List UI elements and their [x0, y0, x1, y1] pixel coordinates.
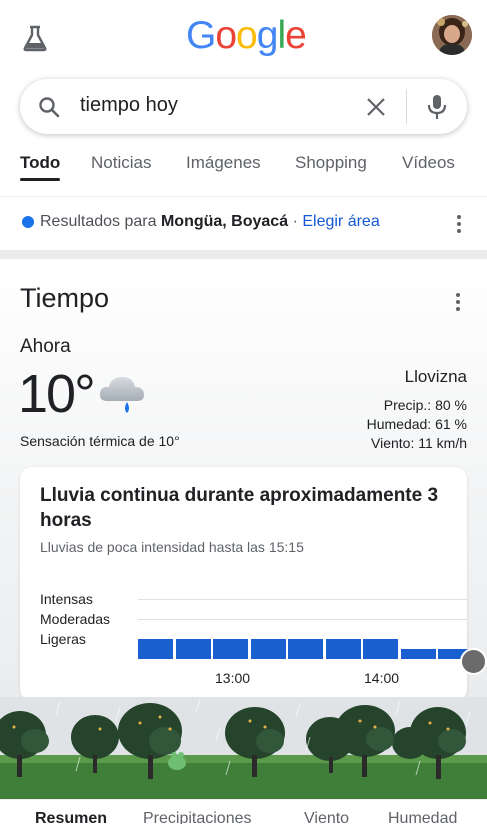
account-avatar[interactable]: [432, 15, 472, 55]
location-prefix: Resultados para: [40, 213, 157, 230]
weather-tabs: Resumen Precipitaciones Viento Humedad: [0, 799, 487, 824]
rain-forecast-card: Lluvia continua durante aproximadamente …: [20, 467, 487, 701]
now-label: Ahora: [20, 336, 71, 357]
search-box[interactable]: tiempo hoy: [20, 79, 467, 134]
weather-stats: Precip.: 80 % Humedad: 61 % Viento: 11 k…: [367, 396, 467, 453]
location-bar: Resultados para Mongüa, Boyacá · Elegir …: [0, 198, 487, 250]
choose-area-link[interactable]: Elegir área: [302, 213, 379, 230]
feels-like: Sensación térmica de 10°: [20, 433, 180, 449]
timeline-scroll-handle[interactable]: [460, 648, 487, 675]
search-icon[interactable]: [37, 95, 61, 119]
tab-shopping[interactable]: Shopping: [295, 153, 367, 173]
logo-letter: G: [186, 14, 216, 57]
search-divider: [406, 89, 407, 124]
weather-panel: Tiempo Ahora 10° Sensación térmica de 10…: [0, 259, 487, 799]
weather-illustration: [0, 697, 487, 799]
search-tabs: Todo Noticias Imágenes Shopping Vídeos: [0, 140, 487, 197]
time-label: 13:00: [215, 670, 251, 686]
tab-viento[interactable]: Viento: [304, 810, 349, 824]
avatar-image: [432, 15, 472, 55]
rain-bar: [175, 639, 211, 659]
gridline-moderadas: [138, 619, 467, 620]
weather-more-icon[interactable]: [455, 293, 461, 313]
gridline-intensas: [138, 599, 467, 600]
tab-imagenes[interactable]: Imágenes: [186, 153, 261, 173]
logo-letter: g: [256, 14, 279, 57]
tab-precipitaciones[interactable]: Precipitaciones: [143, 810, 252, 824]
labs-flask-icon[interactable]: [22, 24, 48, 52]
tab-noticias[interactable]: Noticias: [91, 153, 151, 173]
logo-letter: o: [236, 14, 258, 57]
rain-bar: [213, 639, 248, 659]
search-input[interactable]: tiempo hoy: [80, 94, 178, 117]
rain-bar: [400, 649, 436, 659]
weather-title: Tiempo: [20, 283, 110, 313]
rain-card-subtitle: Lluvias de poca intensidad hasta las 15:…: [40, 539, 304, 555]
rain-bar: [138, 639, 173, 659]
tab-videos[interactable]: Vídeos: [402, 153, 455, 173]
top-bar: Google: [0, 0, 487, 72]
condition-text: Llovizna: [404, 367, 467, 386]
rain-card-title: Lluvia continua durante aproximadamente …: [40, 485, 439, 531]
google-logo[interactable]: Google: [186, 14, 307, 58]
rain-bar: [363, 639, 398, 659]
location-more-icon[interactable]: [456, 215, 462, 235]
humidity-stat: Humedad: 61 %: [366, 416, 467, 432]
microphone-icon[interactable]: [425, 93, 449, 121]
tab-resumen[interactable]: Resumen: [35, 810, 107, 824]
logo-letter: e: [285, 14, 307, 57]
current-temperature: 10°: [18, 364, 96, 424]
location-text: Resultados para Mongüa, Boyacá · Elegir …: [40, 213, 380, 231]
cloud-rain-icon: [99, 377, 144, 413]
tab-humedad[interactable]: Humedad: [388, 810, 457, 824]
logo-letter: l: [277, 14, 286, 57]
wind-stat: Viento: 11 km/h: [371, 435, 467, 451]
level-ligeras: Ligeras: [40, 631, 86, 647]
logo-letter: o: [215, 14, 237, 57]
tab-todo[interactable]: Todo: [20, 153, 60, 173]
location-place: Mongüa, Boyacá: [160, 213, 289, 230]
rain-bar: [325, 639, 361, 659]
section-divider: [0, 250, 487, 259]
time-label: 14:00: [364, 670, 400, 686]
rain-bar: [288, 639, 323, 659]
level-intensas: Intensas: [40, 591, 93, 607]
location-dot-icon: [22, 216, 34, 228]
rain-bar: [250, 639, 286, 659]
close-icon[interactable]: [364, 95, 388, 119]
active-tab-indicator: [20, 178, 60, 181]
level-moderadas: Moderadas: [40, 611, 111, 627]
precipitation-stat: Precip.: 80 %: [383, 397, 467, 413]
location-separator: ·: [292, 213, 298, 230]
